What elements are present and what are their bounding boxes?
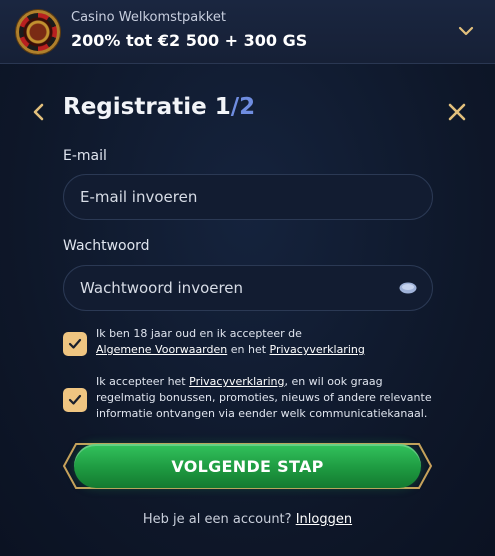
terms-text-middle: en het bbox=[227, 343, 270, 356]
checkmark-icon bbox=[68, 338, 82, 349]
chevron-down-icon[interactable] bbox=[457, 22, 475, 40]
terms-link[interactable]: Algemene Voorwaarden bbox=[96, 343, 227, 356]
next-step-wrapper: VOLGENDE STAP bbox=[62, 440, 433, 492]
terms-text-before: Ik ben 18 jaar oud en ik accepteer de bbox=[96, 327, 302, 340]
marketing-text-before: Ik accepteer het bbox=[96, 375, 190, 388]
page-title: Registratie 1/2 bbox=[63, 94, 255, 120]
eye-icon[interactable] bbox=[398, 281, 418, 295]
marketing-checkbox[interactable] bbox=[63, 388, 87, 412]
password-label: Wachtwoord bbox=[63, 238, 150, 254]
terms-consent-text: Ik ben 18 jaar oud en ik accepteer de Al… bbox=[96, 326, 436, 358]
terms-checkbox[interactable] bbox=[63, 332, 87, 356]
title-text: Registratie 1 bbox=[63, 94, 231, 120]
promo-title: 200% tot €2 500 + 300 GS bbox=[71, 31, 308, 50]
promo-banner[interactable]: Casino Welkomstpakket 200% tot €2 500 + … bbox=[0, 0, 495, 64]
roulette-wheel-icon bbox=[16, 10, 60, 54]
login-link[interactable]: Inloggen bbox=[296, 512, 352, 527]
email-field[interactable] bbox=[63, 174, 433, 220]
chevron-left-icon[interactable] bbox=[30, 102, 46, 122]
email-label: E-mail bbox=[63, 148, 107, 164]
checkmark-icon bbox=[68, 394, 82, 405]
step-total: /2 bbox=[230, 94, 256, 120]
close-icon[interactable] bbox=[446, 101, 468, 123]
promo-subtitle: Casino Welkomstpakket bbox=[71, 10, 226, 25]
login-prompt-text: Heb je al een account? bbox=[142, 512, 296, 527]
marketing-consent-text: Ik accepteer het Privacyverklaring, en w… bbox=[96, 374, 436, 422]
next-step-button[interactable]: VOLGENDE STAP bbox=[74, 444, 421, 488]
login-prompt: Heb je al een account? Inloggen bbox=[0, 512, 495, 527]
privacy-link[interactable]: Privacyverklaring bbox=[270, 343, 365, 356]
marketing-privacy-link[interactable]: Privacyverklaring bbox=[189, 375, 284, 388]
password-field[interactable] bbox=[63, 265, 433, 311]
